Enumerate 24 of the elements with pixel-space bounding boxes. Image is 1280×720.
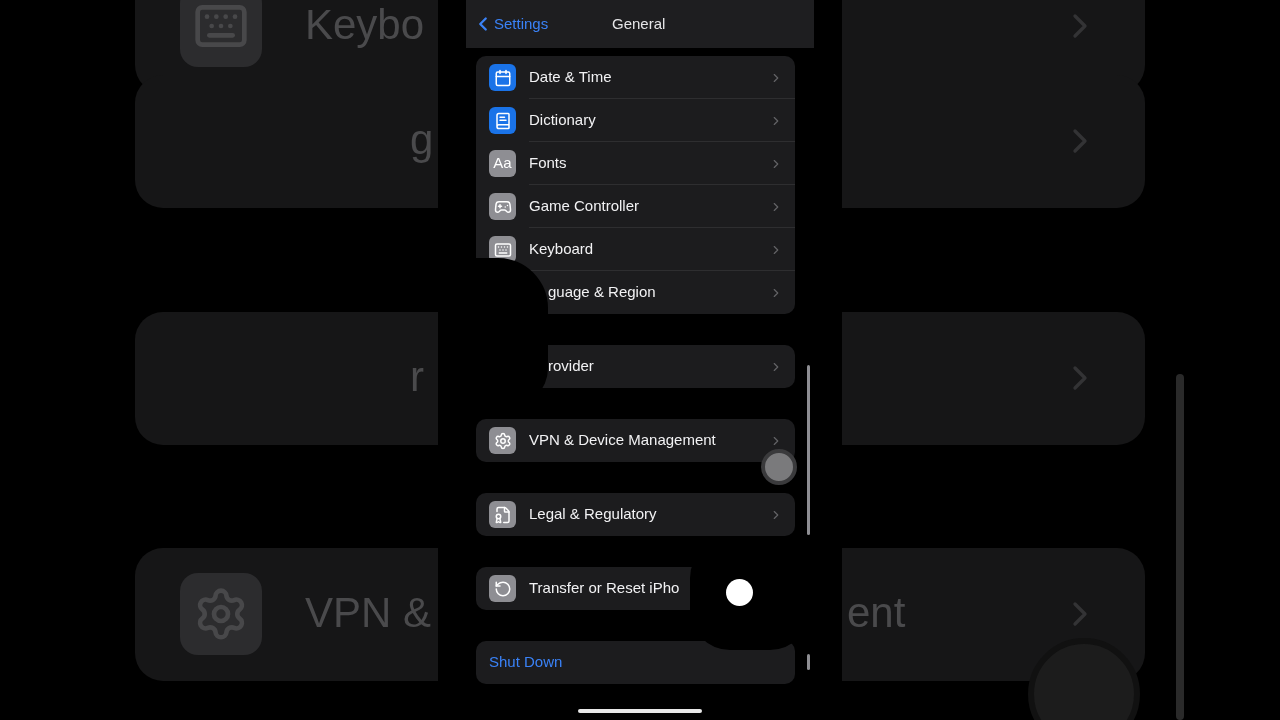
row-label: Date & Time [529, 67, 612, 88]
row-label: Transfer or Reset iPho [529, 578, 680, 599]
keyboard-icon [493, 240, 512, 259]
settings-row[interactable]: Aa Fonts [476, 142, 795, 185]
row-label: Shut Down [489, 652, 563, 673]
settings-row[interactable]: Dictionary [476, 99, 795, 142]
settings-row[interactable]: VPN & Device Management [476, 419, 795, 462]
row-label: Legal & Regulatory [529, 504, 657, 525]
row-label: Dictionary [529, 110, 596, 131]
row-label: guage & Region [548, 282, 656, 303]
settings-row[interactable]: Legal & Regulatory [476, 493, 795, 536]
row-label: Game Controller [529, 196, 640, 217]
settings-row[interactable]: Date & Time [476, 56, 795, 99]
touch-indicator [761, 449, 797, 485]
row-label: Fonts [529, 153, 567, 174]
scrollbar [807, 654, 810, 670]
settings-row[interactable]: Game Controller [476, 185, 795, 228]
icon-text: Aa [493, 153, 512, 174]
screen-title: General [612, 13, 666, 34]
row-label: rovider [548, 356, 594, 377]
shut-down-button[interactable]: Shut Down [476, 641, 795, 684]
row-label: VPN & Device Management [529, 430, 716, 451]
back-button[interactable]: Settings [472, 12, 549, 36]
row-label: Keyboard [529, 239, 594, 260]
